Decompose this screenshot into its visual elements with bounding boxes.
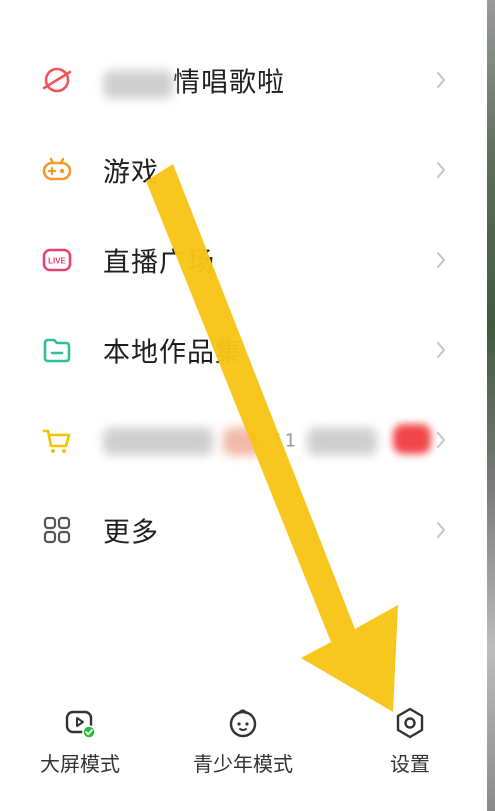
notification-badge — [393, 424, 431, 454]
chevron-right-icon — [437, 342, 445, 358]
menu-item-shop[interactable]: 11 — [0, 395, 487, 485]
live-icon: LIVE — [42, 248, 72, 272]
menu-item-label: 游戏 — [103, 157, 159, 189]
menu-item-karaoke[interactable]: 情唱歌啦 — [0, 35, 487, 125]
folder-icon — [43, 338, 71, 363]
grid-icon — [43, 516, 71, 544]
bottom-toolbar: 大屏模式 青少年模式 设置 — [0, 690, 487, 811]
teen-mode-button[interactable]: 青少年模式 — [183, 690, 303, 800]
settings-button[interactable]: 设置 — [370, 690, 450, 800]
menu-item-label: 11 — [272, 430, 298, 452]
menu-item-more[interactable]: 更多 — [0, 485, 487, 575]
big-screen-icon — [65, 710, 96, 739]
settings-icon — [396, 707, 424, 739]
gamepad-icon — [42, 157, 72, 181]
teen-mode-label: 青少年模式 — [193, 752, 293, 776]
settings-label: 设置 — [390, 752, 430, 776]
chevron-right-icon — [437, 162, 445, 178]
chevron-right-icon — [437, 432, 445, 448]
big-screen-mode-label: 大屏模式 — [40, 752, 120, 776]
menu-item-label: 直播广场 — [103, 247, 215, 279]
menu-item-live-plaza[interactable]: LIVE 直播广场 — [0, 215, 487, 305]
menu-item-games[interactable]: 游戏 — [0, 125, 487, 215]
menu-item-label: 本地作品集 — [103, 337, 243, 369]
cart-icon — [42, 429, 71, 453]
big-screen-mode-button[interactable]: 大屏模式 — [30, 690, 130, 800]
background-edge-strip — [487, 0, 495, 811]
chevron-right-icon — [437, 72, 445, 88]
blurred-text — [306, 427, 377, 455]
planet-icon — [42, 67, 72, 93]
chevron-right-icon — [437, 522, 445, 538]
svg-text:LIVE: LIVE — [48, 257, 66, 266]
chevron-right-icon — [437, 252, 445, 268]
menu-item-label: 情唱歌啦 — [173, 67, 285, 99]
blurred-text — [103, 427, 213, 455]
menu-item-local-works[interactable]: 本地作品集 — [0, 305, 487, 395]
blurred-text — [103, 70, 173, 98]
teen-mode-icon — [229, 709, 257, 738]
blurred-text — [222, 427, 263, 455]
menu-item-label: 更多 — [103, 517, 159, 549]
